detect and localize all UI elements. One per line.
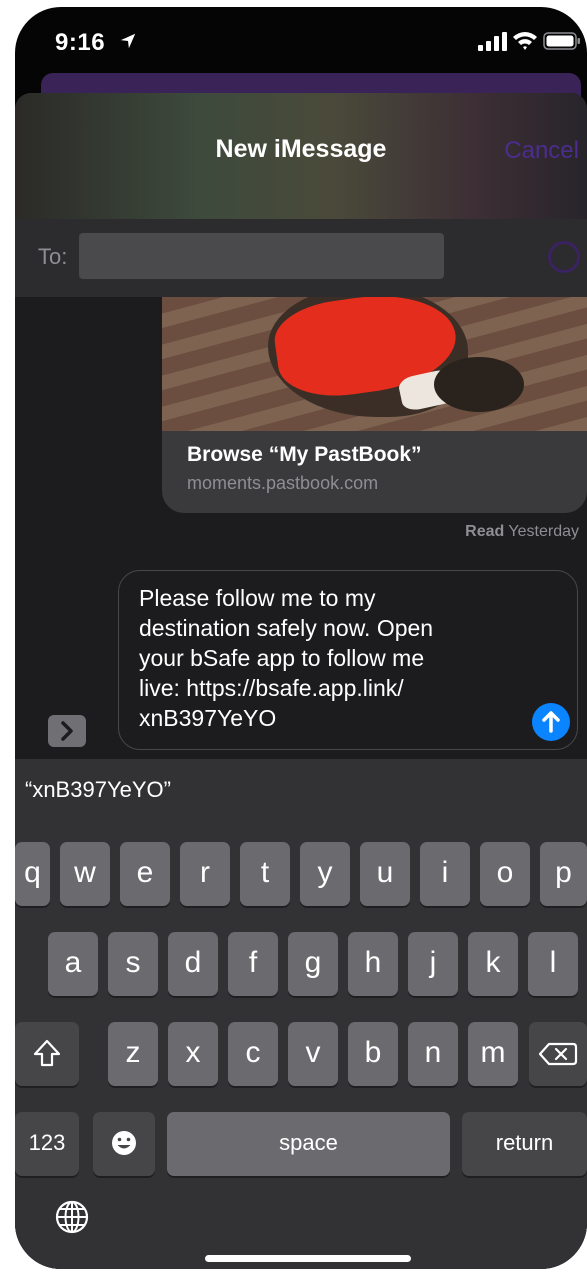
key-m[interactable]: m <box>468 1022 518 1086</box>
predictive-suggestion[interactable]: “xnB397YeYO” <box>25 777 171 803</box>
key-y[interactable]: y <box>300 842 350 906</box>
home-indicator[interactable] <box>205 1255 411 1262</box>
battery-icon <box>543 32 580 50</box>
globe-icon[interactable] <box>54 1199 90 1235</box>
key-p[interactable]: p <box>540 842 587 906</box>
key-x[interactable]: x <box>168 1022 218 1086</box>
new-message-sheet: New iMessage Cancel To: Browse “My PastB… <box>15 93 587 1269</box>
predictive-bar: “xnB397YeYO” <box>15 759 587 819</box>
send-button[interactable] <box>532 703 570 741</box>
chevron-right-icon <box>61 721 73 741</box>
read-receipt: Read Yesterday <box>465 523 579 541</box>
key-i[interactable]: i <box>420 842 470 906</box>
signal-icon <box>478 32 507 51</box>
numbers-key[interactable]: 123 <box>15 1112 79 1176</box>
key-q[interactable]: q <box>15 842 50 906</box>
key-a[interactable]: a <box>48 932 98 996</box>
key-j[interactable]: j <box>408 932 458 996</box>
link-preview-title: Browse “My PastBook” <box>187 443 422 466</box>
status-time: 9:16 <box>55 29 106 56</box>
backspace-icon <box>538 1042 578 1066</box>
keyboard: q w e r t y u i o p a s d f g h j k l z … <box>15 819 587 1269</box>
key-w[interactable]: w <box>60 842 110 906</box>
message-input[interactable]: Please follow me to my destination safel… <box>118 570 578 750</box>
recipient-token[interactable] <box>79 233 444 279</box>
key-l[interactable]: l <box>528 932 578 996</box>
expand-apps-button[interactable] <box>48 715 86 747</box>
key-t[interactable]: t <box>240 842 290 906</box>
return-key[interactable]: return <box>462 1112 587 1176</box>
key-f[interactable]: f <box>228 932 278 996</box>
read-time: Yesterday <box>508 523 579 540</box>
status-bar: 9:16 <box>15 7 587 77</box>
key-r[interactable]: r <box>180 842 230 906</box>
read-status: Read <box>465 523 505 540</box>
key-o[interactable]: o <box>480 842 530 906</box>
location-arrow-icon <box>120 33 136 49</box>
key-k[interactable]: k <box>468 932 518 996</box>
space-key[interactable]: space <box>167 1112 450 1176</box>
sheet-header: New iMessage Cancel <box>15 93 587 219</box>
delete-key[interactable] <box>529 1022 587 1086</box>
key-n[interactable]: n <box>408 1022 458 1086</box>
link-preview-image <box>162 297 587 431</box>
wifi-icon <box>513 32 537 50</box>
emoji-icon <box>112 1131 136 1155</box>
cancel-button[interactable]: Cancel <box>504 137 579 165</box>
key-g[interactable]: g <box>288 932 338 996</box>
conversation: Browse “My PastBook” moments.pastbook.co… <box>15 297 587 759</box>
to-field-row: To: <box>15 219 587 297</box>
key-s[interactable]: s <box>108 932 158 996</box>
key-u[interactable]: u <box>360 842 410 906</box>
key-e[interactable]: e <box>120 842 170 906</box>
page-title: New iMessage <box>215 135 387 163</box>
shift-key[interactable] <box>15 1022 79 1086</box>
message-text: Please follow me to my destination safel… <box>139 585 434 731</box>
arrow-up-icon <box>542 711 560 733</box>
to-label: To: <box>38 244 68 269</box>
shift-icon <box>33 1039 61 1067</box>
emoji-key[interactable] <box>93 1112 155 1176</box>
add-contact-icon[interactable] <box>548 241 580 273</box>
key-h[interactable]: h <box>348 932 398 996</box>
key-d[interactable]: d <box>168 932 218 996</box>
key-b[interactable]: b <box>348 1022 398 1086</box>
link-preview-url: moments.pastbook.com <box>187 473 379 493</box>
key-z[interactable]: z <box>108 1022 158 1086</box>
phone-screen: 9:16 New iMessage Cancel To: Browse “My … <box>15 7 587 1269</box>
link-preview-card[interactable]: Browse “My PastBook” moments.pastbook.co… <box>162 297 587 513</box>
key-c[interactable]: c <box>228 1022 278 1086</box>
key-v[interactable]: v <box>288 1022 338 1086</box>
